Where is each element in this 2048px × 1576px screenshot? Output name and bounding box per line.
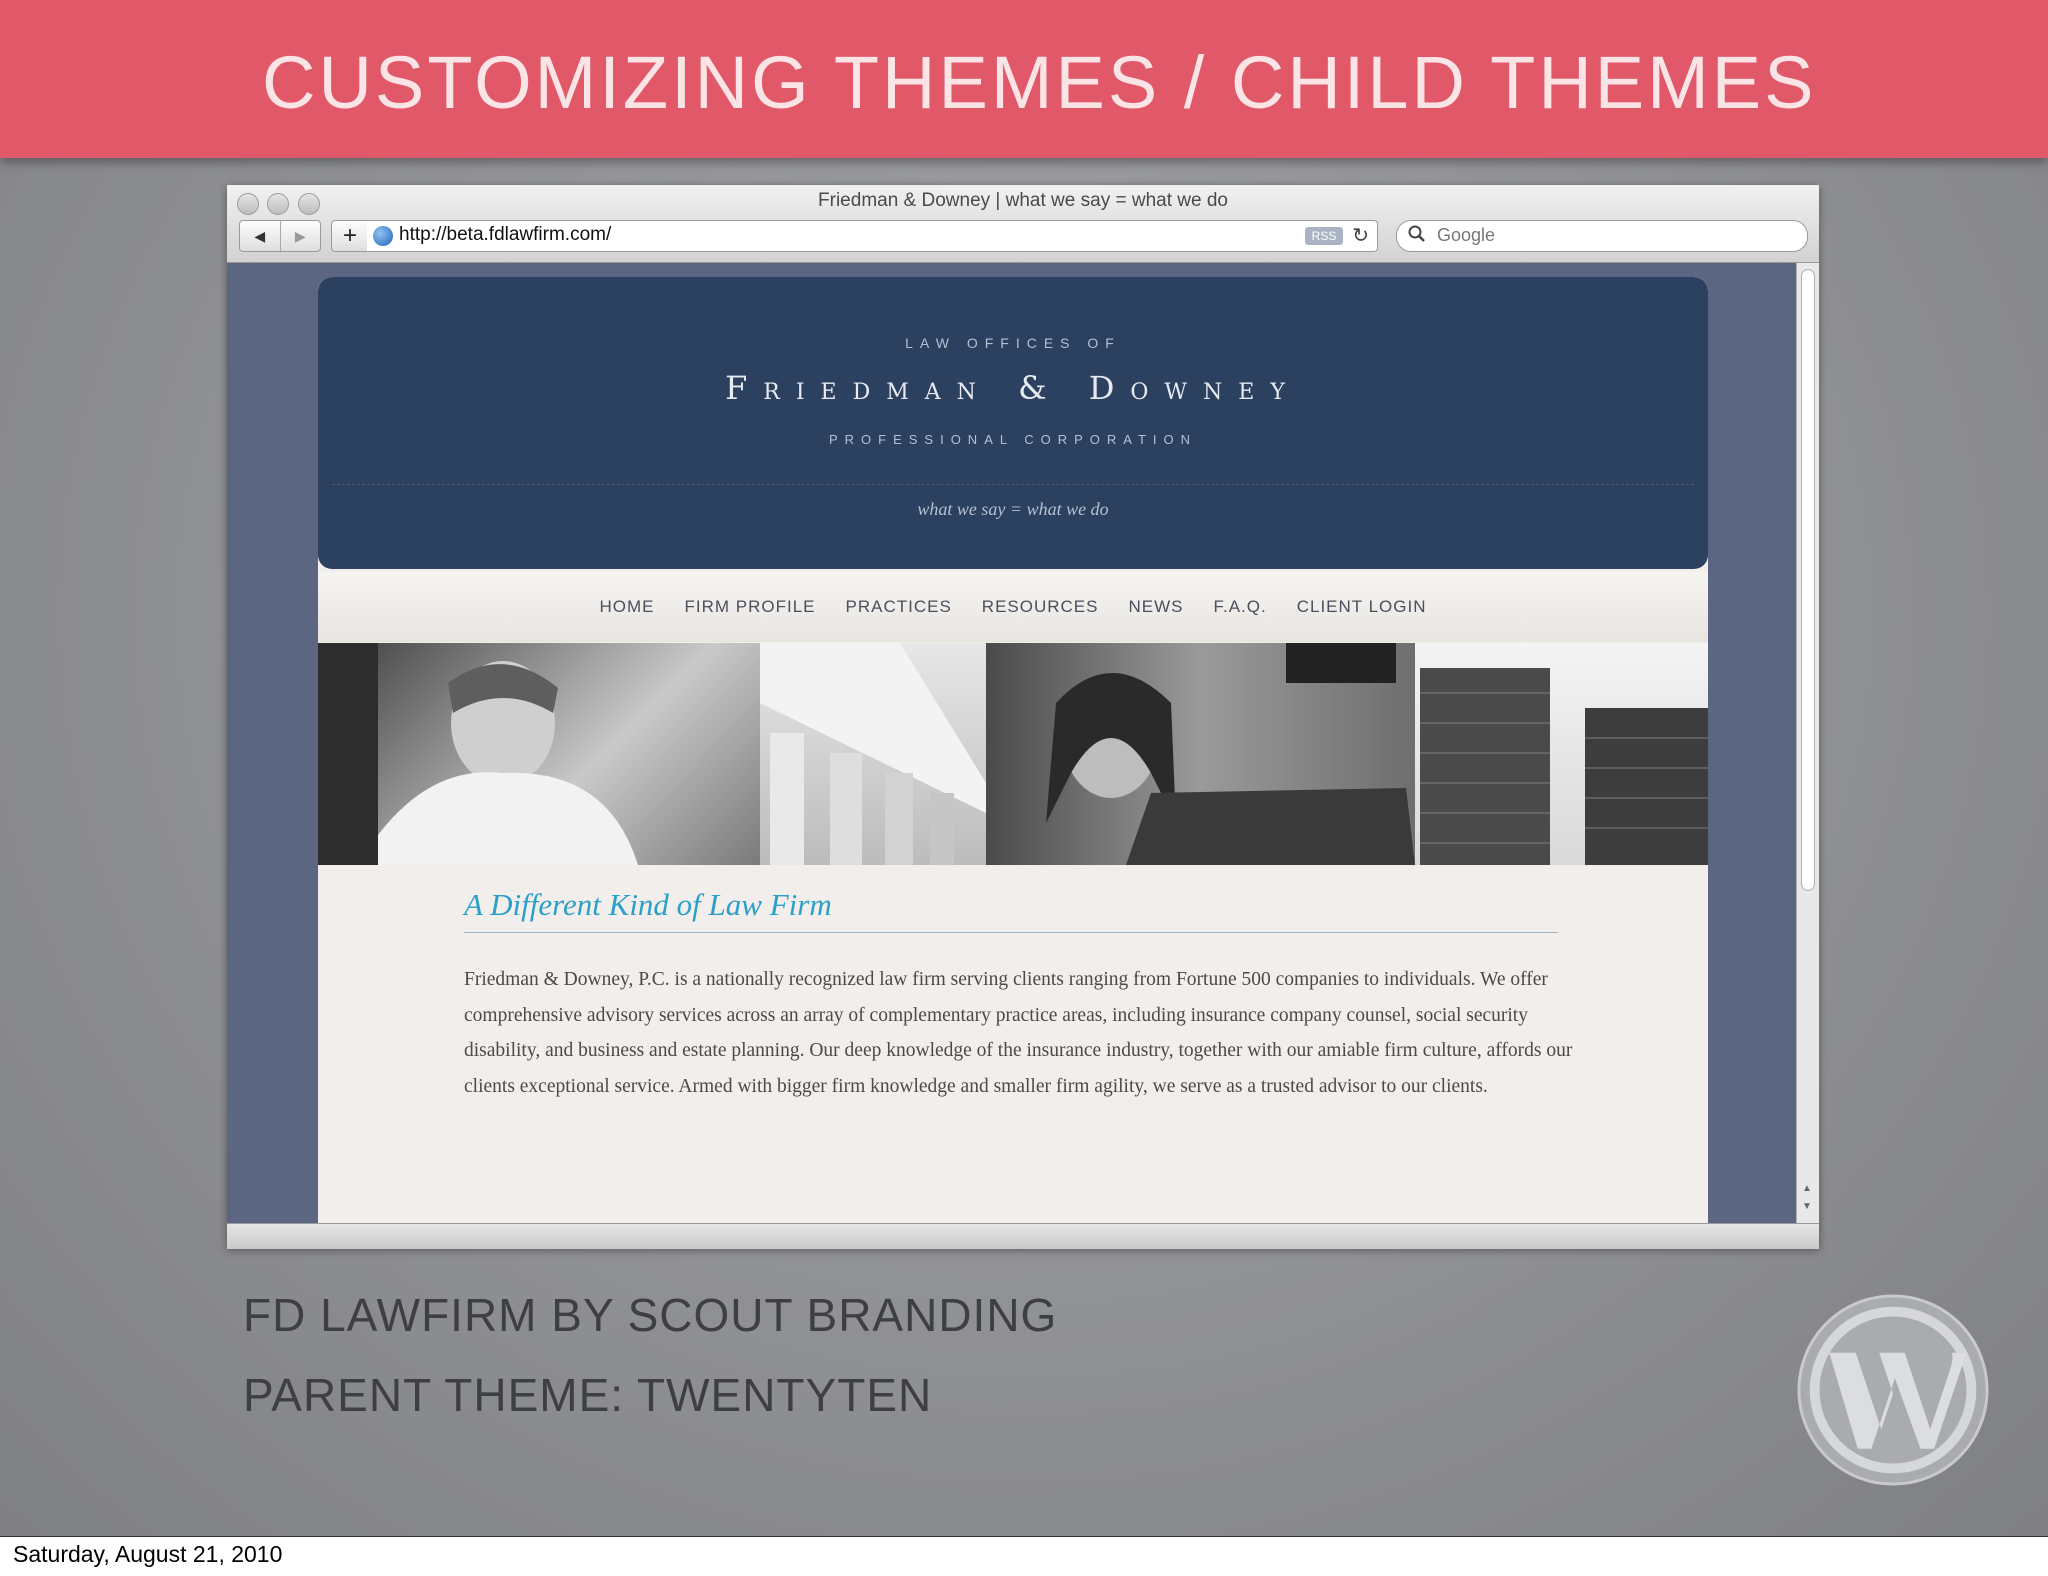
add-bookmark-button[interactable]: + — [331, 220, 369, 252]
url-text: http://beta.fdlawfirm.com/ — [399, 224, 612, 245]
address-bar[interactable]: http://beta.fdlawfirm.com/ RSS ↻ — [367, 220, 1378, 252]
professional-corporation-label: PROFESSIONAL CORPORATION — [828, 432, 1198, 447]
header-photo-strip — [318, 643, 1708, 865]
globe-icon — [373, 226, 393, 246]
forward-button[interactable]: ▶ — [279, 221, 321, 251]
browser-statusbar — [227, 1223, 1819, 1249]
nav-client-login[interactable]: CLIENT LOGIN — [1297, 597, 1427, 617]
photo-columns — [760, 643, 986, 865]
web-page: LAW OFFICES OF Friedman & Downey PROFESS… — [318, 277, 1708, 1223]
browser-titlebar: Friedman & Downey | what we say = what w… — [227, 185, 1819, 263]
nav-resources[interactable]: RESOURCES — [982, 597, 1099, 617]
search-field[interactable]: Google — [1396, 220, 1808, 252]
photo-lawyer-woman — [986, 643, 1415, 865]
rss-button[interactable]: RSS — [1305, 227, 1343, 245]
footer-divider — [0, 1536, 2048, 1537]
back-arrow-icon: ◀ — [254, 227, 266, 244]
search-placeholder: Google — [1437, 225, 1496, 245]
divider — [332, 484, 1694, 485]
heading-rule — [464, 932, 1558, 933]
nav-news[interactable]: NEWS — [1128, 597, 1183, 617]
scroll-up-icon[interactable]: ▲ — [1802, 1183, 1812, 1194]
nav-home[interactable]: HOME — [599, 597, 654, 617]
search-icon — [1407, 224, 1427, 249]
photo-lawyer-man — [318, 643, 760, 865]
caption-credit: FD LAWFIRM BY SCOUT BRANDING — [243, 1289, 1058, 1341]
nav-firm-profile[interactable]: FIRM PROFILE — [684, 597, 815, 617]
browser-window: Friedman & Downey | what we say = what w… — [227, 185, 1819, 1249]
nav-practices[interactable]: PRACTICES — [846, 597, 952, 617]
content-heading: A Different Kind of Law Firm — [464, 887, 832, 922]
scroll-down-icon[interactable]: ▼ — [1802, 1201, 1812, 1212]
content-paragraph: Friedman & Downey, P.C. is a nationally … — [464, 969, 1573, 1097]
vertical-scrollbar[interactable]: ▲ ▼ — [1796, 263, 1819, 1223]
slide-header: CUSTOMIZING THEMES / CHILD THEMES — [0, 0, 2048, 158]
wordpress-logo-icon — [1797, 1294, 1989, 1486]
history-buttons: ◀ ▶ — [239, 220, 321, 252]
slide: CUSTOMIZING THEMES / CHILD THEMES Friedm… — [0, 0, 2048, 1536]
footer-date: Saturday, August 21, 2010 — [13, 1541, 283, 1567]
caption-parent-theme: PARENT THEME: TWENTYTEN — [243, 1369, 933, 1421]
site-masthead: LAW OFFICES OF Friedman & Downey PROFESS… — [318, 277, 1708, 569]
back-button[interactable]: ◀ — [240, 221, 280, 251]
plus-icon: + — [342, 222, 357, 249]
photo-skyscrapers — [1415, 643, 1708, 865]
scrollbar-thumb[interactable] — [1801, 269, 1815, 891]
firm-name[interactable]: Friedman & Downey — [318, 369, 1708, 407]
reload-icon[interactable]: ↻ — [1352, 223, 1369, 248]
site-nav: HOME FIRM PROFILE PRACTICES RESOURCES NE… — [318, 572, 1708, 642]
forward-arrow-icon: ▶ — [294, 227, 306, 244]
slide-title: CUSTOMIZING THEMES / CHILD THEMES — [262, 41, 1817, 124]
site-tagline: what we say = what we do — [917, 499, 1109, 519]
nav-faq[interactable]: F.A.Q. — [1213, 597, 1266, 617]
law-offices-label: LAW OFFICES OF — [905, 335, 1121, 351]
window-title: Friedman & Downey | what we say = what w… — [818, 190, 1228, 211]
